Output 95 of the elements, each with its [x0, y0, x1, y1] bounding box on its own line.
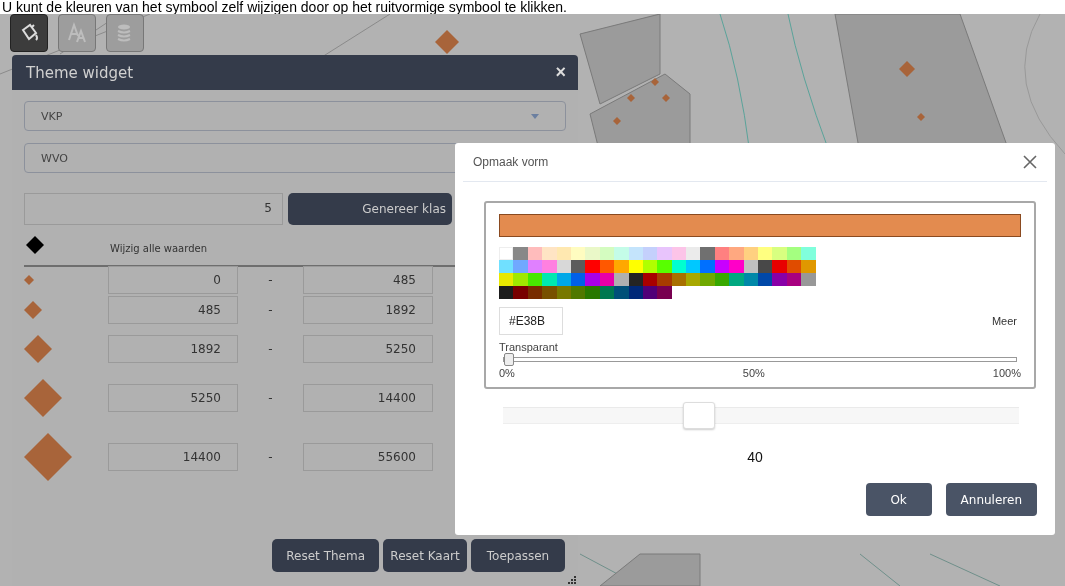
from-field[interactable]: 14400 — [108, 443, 238, 471]
color-swatch[interactable] — [686, 247, 701, 260]
color-swatch[interactable] — [700, 273, 715, 286]
range-separator: - — [267, 391, 274, 405]
color-swatch[interactable] — [513, 260, 528, 273]
to-field[interactable]: 55600 — [303, 443, 433, 471]
color-swatch[interactable] — [542, 273, 557, 286]
color-swatch[interactable] — [499, 260, 514, 273]
range-separator: - — [267, 450, 274, 464]
color-swatch[interactable] — [513, 286, 528, 299]
color-swatch[interactable] — [614, 286, 629, 299]
color-swatch[interactable] — [758, 247, 773, 260]
range-separator: - — [267, 342, 274, 356]
to-field[interactable]: 1892 — [303, 296, 433, 324]
color-swatch[interactable] — [499, 273, 514, 286]
resize-grip-icon[interactable] — [568, 576, 576, 584]
color-swatch[interactable] — [729, 247, 744, 260]
action-button[interactable]: Reset Kaart — [383, 539, 467, 572]
size-value: 40 — [746, 449, 764, 465]
color-swatch[interactable] — [657, 286, 672, 299]
widget-title: Theme widget — [26, 63, 134, 82]
color-swatch[interactable] — [801, 273, 816, 286]
from-field[interactable]: 5250 — [108, 384, 238, 412]
font-icon — [66, 22, 88, 44]
more-link[interactable]: Meer — [991, 315, 1017, 327]
action-button[interactable]: Toepassen — [471, 539, 565, 572]
action-button[interactable]: Reset Thema — [272, 539, 379, 572]
color-swatch[interactable] — [542, 286, 557, 299]
diamond-symbol[interactable] — [24, 301, 42, 319]
from-field[interactable]: 1892 — [108, 335, 238, 363]
close-icon[interactable] — [1023, 155, 1037, 169]
caret-icon — [531, 113, 539, 119]
color-swatch[interactable] — [499, 247, 514, 260]
diamond-symbol[interactable] — [24, 335, 52, 363]
dialog-title: Opmaak vorm — [473, 155, 549, 169]
diamond-symbol — [917, 113, 925, 121]
color-swatch[interactable] — [657, 247, 672, 260]
layer-dropdown[interactable]: VKP — [24, 101, 566, 131]
from-field[interactable]: 485 — [108, 296, 238, 324]
color-swatch[interactable] — [614, 260, 629, 273]
database-button[interactable] — [106, 14, 144, 52]
slider-thumb[interactable] — [504, 353, 514, 366]
paint-bucket-button[interactable] — [10, 14, 48, 52]
color-swatch[interactable] — [758, 273, 773, 286]
generate-button[interactable]: Genereer klas — [288, 193, 452, 225]
color-swatch[interactable] — [542, 260, 557, 273]
caption-text: U kunt de kleuren van het symbool zelf wijzigen door op het ruitvormige symbool te klikken. — [1, 0, 568, 14]
color-swatch[interactable] — [513, 273, 528, 286]
diamond-symbol — [899, 61, 915, 77]
color-swatch[interactable] — [686, 260, 701, 273]
to-field[interactable]: 485 — [303, 266, 433, 294]
color-swatch[interactable] — [686, 273, 701, 286]
color-swatch[interactable] — [657, 260, 672, 273]
color-swatch[interactable] — [585, 260, 600, 273]
color-swatch[interactable] — [801, 260, 816, 273]
to-field[interactable]: 14400 — [303, 384, 433, 412]
diamond-symbol[interactable] — [24, 275, 34, 285]
color-swatch[interactable] — [700, 260, 715, 273]
hex-input-field[interactable]: #E38B — [499, 307, 563, 335]
color-swatch[interactable] — [657, 273, 672, 286]
font-button[interactable] — [58, 14, 96, 52]
color-swatch[interactable] — [729, 260, 744, 273]
range-separator: - — [267, 273, 274, 287]
color-swatch[interactable] — [614, 247, 629, 260]
tick-label: 50% — [742, 367, 765, 379]
transparency-label: Transparant — [499, 341, 559, 353]
diamond-symbol — [627, 94, 635, 102]
color-swatch[interactable] — [585, 247, 600, 260]
color-swatch[interactable] — [542, 247, 557, 260]
color-swatch[interactable] — [513, 247, 528, 260]
diamond-symbol[interactable] — [24, 379, 62, 417]
from-field[interactable]: 0 — [108, 266, 238, 294]
color-swatch[interactable] — [772, 260, 787, 273]
color-swatch[interactable] — [729, 273, 744, 286]
color-swatch[interactable] — [585, 286, 600, 299]
color-swatch[interactable] — [758, 260, 773, 273]
color-swatch[interactable] — [499, 286, 514, 299]
tick-label: 100% — [992, 367, 1021, 379]
color-swatch[interactable] — [700, 247, 715, 260]
color-swatch[interactable] — [801, 247, 816, 260]
to-field[interactable]: 5250 — [303, 335, 433, 363]
color-swatch[interactable] — [772, 247, 787, 260]
ok-button[interactable]: Ok — [865, 483, 932, 516]
edit-all-label[interactable]: Wijzig alle waarden — [110, 242, 207, 254]
close-button[interactable]: × — [553, 62, 568, 83]
color-swatch[interactable] — [772, 273, 787, 286]
diamond-icon[interactable] — [26, 236, 44, 254]
color-swatch[interactable] — [585, 273, 600, 286]
diamond-symbol — [613, 117, 621, 125]
color-swatch[interactable] — [614, 273, 629, 286]
class-count-field[interactable]: 5 — [24, 193, 283, 225]
range-separator: - — [267, 303, 274, 317]
diamond-symbol[interactable] — [24, 433, 72, 481]
cancel-button[interactable]: Annuleren — [945, 483, 1037, 516]
tick-label: 0% — [499, 367, 515, 379]
